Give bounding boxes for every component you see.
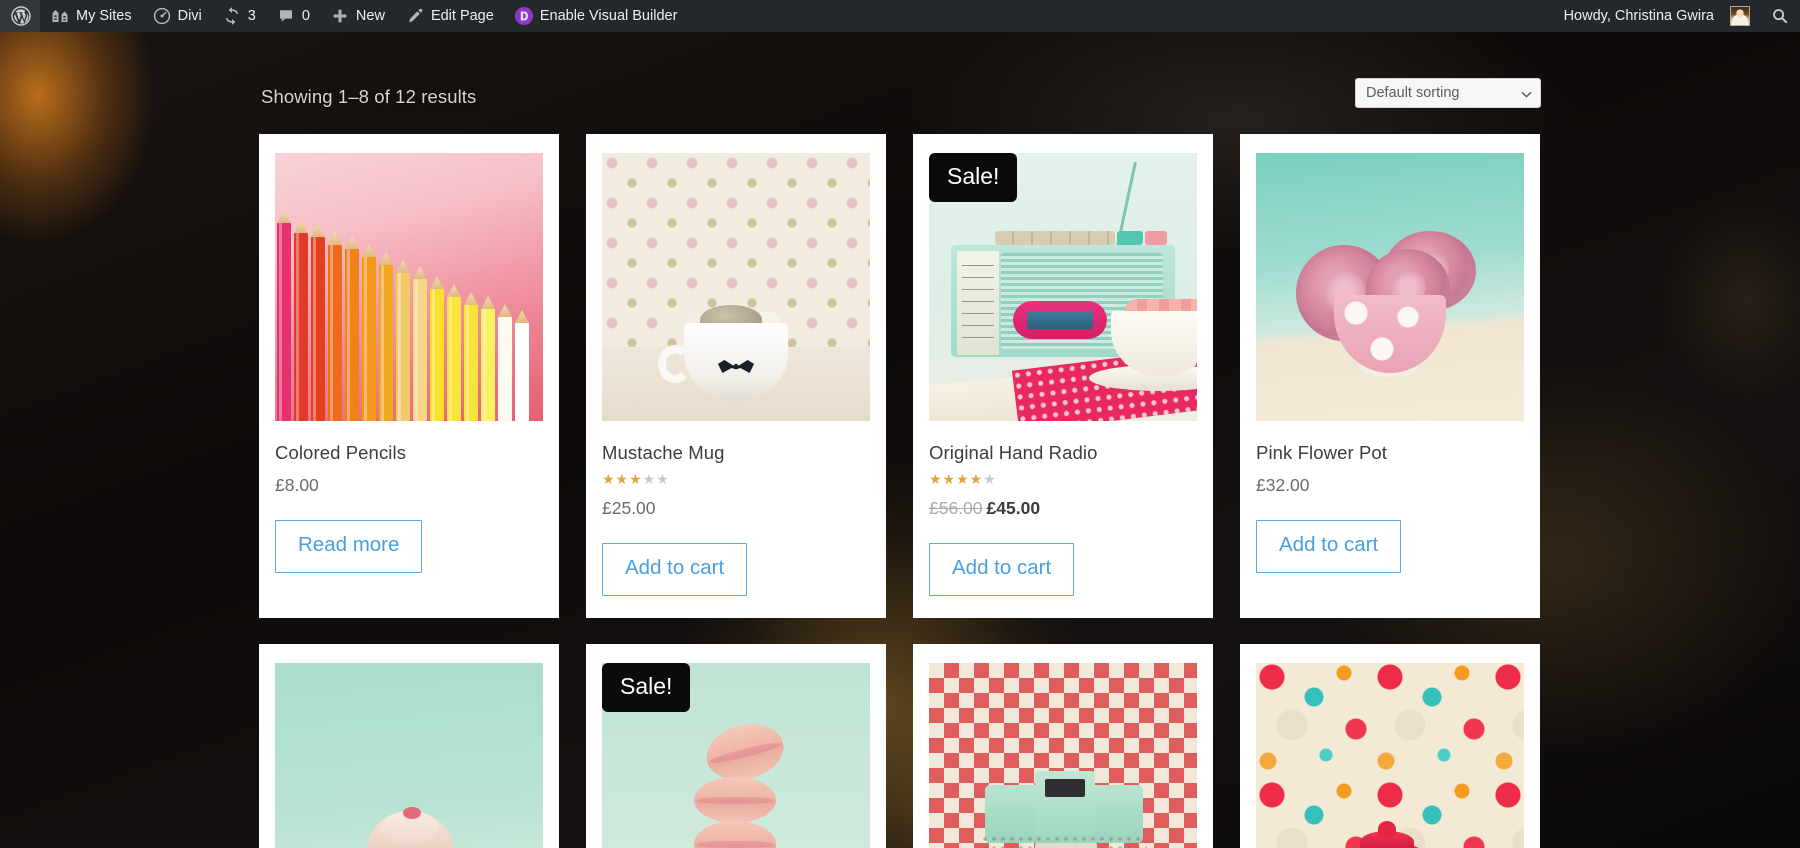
adminbar-label-divi: Divi [178, 0, 202, 32]
colored-pencils-image [275, 153, 543, 421]
divi-dashboard-icon [152, 6, 172, 26]
wp-admin-bar: My Sites Divi 3 0 New [0, 0, 1800, 32]
pink-flower-pot-image [1256, 153, 1524, 421]
product-read-more-button[interactable]: Read more [275, 520, 422, 573]
shop-archive: Showing 1–8 of 12 results Default sortin… [0, 32, 1800, 848]
adminbar-item-new-content[interactable]: New [320, 0, 395, 32]
product-rating-stars: ★★★★★ [929, 473, 1197, 487]
adminbar-item-my-account[interactable]: Howdy, Christina Gwira [1554, 0, 1760, 32]
adminbar-item-divi[interactable]: Divi [142, 0, 212, 32]
adminbar-label-enable-visual-builder: Enable Visual Builder [540, 0, 678, 32]
adminbar-label-comments-count: 0 [302, 0, 310, 32]
adminbar-item-search[interactable] [1760, 0, 1800, 32]
vintage-camera-image [929, 663, 1197, 848]
product-thumbnail[interactable]: Sale! [602, 663, 870, 848]
adminbar-right-group: Howdy, Christina Gwira [1554, 0, 1800, 32]
adminbar-item-edit-page[interactable]: Edit Page [395, 0, 504, 32]
howdy-greeting: Howdy, Christina Gwira [1564, 0, 1716, 32]
product-title[interactable]: Colored Pencils [275, 442, 543, 464]
sorting-control: Default sorting Sort by popularity Sort … [1355, 78, 1541, 108]
buildings-icon [50, 6, 70, 26]
rating-stars-empty: ★★ [643, 472, 670, 488]
adminbar-item-comments[interactable]: 0 [266, 0, 320, 32]
update-arrows-icon [222, 6, 242, 26]
adminbar-item-wp-logo[interactable] [0, 0, 40, 32]
product-card[interactable] [1240, 644, 1540, 848]
cupcake-image [275, 663, 543, 848]
product-card[interactable] [259, 644, 559, 848]
product-thumbnail[interactable] [602, 153, 870, 421]
adminbar-item-updates[interactable]: 3 [212, 0, 266, 32]
product-thumbnail[interactable]: Sale! [929, 153, 1197, 421]
adminbar-label-edit-page: Edit Page [431, 0, 494, 32]
adminbar-spacer [687, 0, 1553, 32]
product-thumbnail[interactable] [929, 663, 1197, 848]
product-price: £25.00 [602, 498, 870, 519]
orderby-select[interactable]: Default sorting Sort by popularity Sort … [1355, 78, 1541, 108]
product-thumbnail[interactable] [275, 153, 543, 421]
sale-badge: Sale! [602, 663, 690, 712]
rating-stars-filled: ★★★★ [929, 472, 983, 488]
adminbar-item-enable-visual-builder[interactable]: Enable Visual Builder [504, 0, 688, 32]
adminbar-label-updates-count: 3 [248, 0, 256, 32]
product-price: £56.00£45.00 [929, 498, 1197, 519]
search-icon [1770, 6, 1790, 26]
product-card[interactable]: Colored Pencils £8.00 Read more [259, 134, 559, 618]
plus-icon [330, 6, 350, 26]
adminbar-item-my-sites[interactable]: My Sites [40, 0, 142, 32]
product-add-to-cart-button[interactable]: Add to cart [602, 543, 747, 596]
adminbar-label-my-sites: My Sites [76, 0, 132, 32]
product-regular-price: £56.00 [929, 498, 983, 518]
product-title[interactable]: Pink Flower Pot [1256, 442, 1524, 464]
product-thumbnail[interactable] [1256, 663, 1524, 848]
wordpress-icon [11, 6, 31, 26]
divi-d-icon [514, 6, 534, 26]
adminbar-label-new: New [356, 0, 385, 32]
rating-stars-filled: ★★★ [602, 472, 643, 488]
shop-container: Showing 1–8 of 12 results Default sortin… [259, 78, 1541, 848]
page-root: My Sites Divi 3 0 New [0, 0, 1800, 848]
mustache-mug-image [602, 153, 870, 421]
product-price: £8.00 [275, 475, 543, 496]
product-card[interactable]: Sale! Original Hand Radio ★★★★★ £56.00£4… [913, 134, 1213, 618]
product-price: £32.00 [1256, 475, 1524, 496]
product-title[interactable]: Mustache Mug [602, 442, 870, 464]
product-title[interactable]: Original Hand Radio [929, 442, 1197, 464]
product-card[interactable]: Mustache Mug ★★★★★ £25.00 Add to cart [586, 134, 886, 618]
avatar [1730, 6, 1750, 26]
product-sale-price: £45.00 [987, 498, 1041, 518]
sale-badge: Sale! [929, 153, 1017, 202]
rating-stars-empty: ★ [983, 472, 997, 488]
red-teapot-image [1256, 663, 1524, 848]
result-count: Showing 1–8 of 12 results [261, 86, 476, 108]
product-rating-stars: ★★★★★ [602, 473, 870, 487]
product-card[interactable]: Pink Flower Pot £32.00 Add to cart [1240, 134, 1540, 618]
product-card[interactable]: Sale! [586, 644, 886, 848]
product-add-to-cart-button[interactable]: Add to cart [1256, 520, 1401, 573]
pencil-icon [405, 6, 425, 26]
comment-bubble-icon [276, 6, 296, 26]
shop-toolbar: Showing 1–8 of 12 results Default sortin… [259, 78, 1541, 122]
product-thumbnail[interactable] [275, 663, 543, 848]
product-grid: Colored Pencils £8.00 Read more [259, 134, 1541, 848]
product-add-to-cart-button[interactable]: Add to cart [929, 543, 1074, 596]
product-thumbnail[interactable] [1256, 153, 1524, 421]
product-card[interactable] [913, 644, 1213, 848]
